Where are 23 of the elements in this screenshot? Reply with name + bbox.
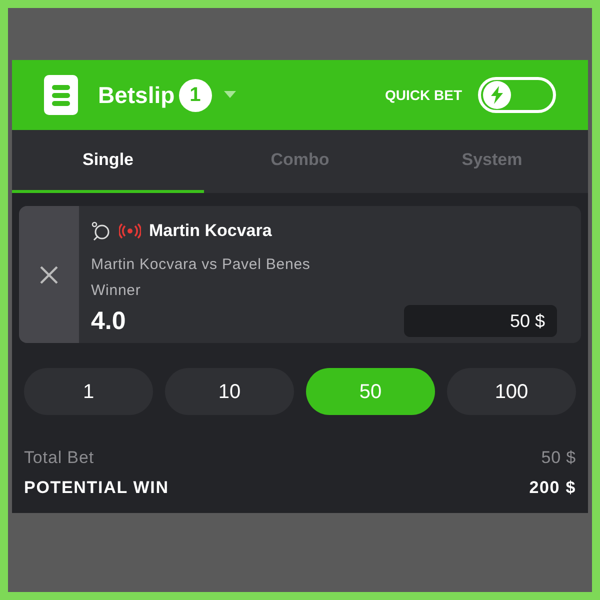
player-name: Martin Kocvara (149, 220, 272, 242)
match-name: Martin Kocvara vs Pavel Benes (91, 254, 312, 274)
total-bet-value: 50 $ (541, 447, 576, 469)
document-icon (44, 75, 78, 115)
caret-icon[interactable] (224, 91, 236, 99)
potential-win-value: 200 $ (529, 476, 576, 498)
table-tennis-icon (91, 220, 111, 241)
betslip-title: Betslip (98, 80, 175, 110)
close-icon (40, 266, 58, 284)
tab[interactable]: Single (12, 130, 204, 193)
count-badge: 1 (178, 78, 212, 112)
stake-chip[interactable]: 100 (447, 368, 576, 415)
potential-win-label: POTENTIAL WIN (24, 476, 169, 498)
quick-bet-label: QUICK BET (385, 86, 462, 105)
remove-button[interactable] (19, 206, 79, 343)
quick-bet-toggle[interactable] (478, 77, 556, 113)
market-name: Winner (91, 281, 142, 301)
lightning-icon (490, 86, 504, 104)
total-bet-label: Total Bet (24, 447, 94, 469)
stake-chip[interactable]: 1 (24, 368, 153, 415)
odds-value: 4.0 (91, 306, 126, 336)
stake-chip[interactable]: 10 (165, 368, 294, 415)
stake-field[interactable]: 50 $ (404, 305, 557, 338)
